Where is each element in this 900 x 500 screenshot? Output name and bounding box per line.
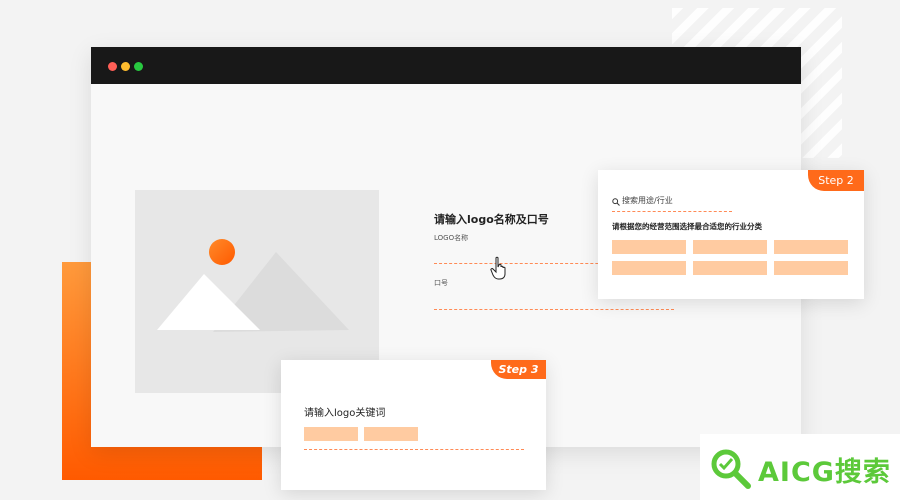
industry-search-input[interactable]: 搜索用途/行业	[622, 195, 673, 206]
step3-badge: Step 3	[491, 360, 546, 379]
industry-chip[interactable]	[612, 240, 686, 254]
industry-chip[interactable]	[612, 261, 686, 275]
step2-badge: Step 2	[808, 170, 864, 191]
logo-name-label: LOGO名称	[434, 234, 469, 242]
watermark-text: AICG搜索	[758, 457, 891, 488]
minimize-dot[interactable]	[121, 62, 130, 71]
maximize-dot[interactable]	[134, 62, 143, 71]
keyword-chip[interactable]	[364, 427, 418, 441]
keyword-chips	[304, 427, 418, 441]
industry-chip[interactable]	[693, 261, 767, 275]
form-title: 请输入logo名称及口号	[434, 213, 549, 226]
keyword-input[interactable]	[304, 449, 524, 450]
industry-chip[interactable]	[774, 261, 848, 275]
magnifier-icon	[711, 449, 751, 489]
close-dot[interactable]	[108, 62, 117, 71]
hand-cursor-icon	[490, 256, 506, 280]
window-titlebar	[91, 47, 801, 84]
search-underline	[612, 211, 732, 212]
industry-chip[interactable]	[774, 240, 848, 254]
watermark-logo: AICG搜索	[700, 434, 900, 500]
industry-chip[interactable]	[693, 240, 767, 254]
step2-card: Step 2 搜索用途/行业 请根据您的经营范围选择最合适您的行业分类	[598, 170, 864, 299]
industry-chip-grid	[612, 240, 848, 275]
slogan-input[interactable]	[434, 309, 674, 310]
keyword-chip[interactable]	[304, 427, 358, 441]
slogan-label: 口号	[434, 279, 448, 287]
search-icon	[612, 198, 620, 206]
industry-prompt: 请根据您的经营范围选择最合适您的行业分类	[612, 222, 762, 231]
sun-icon	[209, 239, 235, 265]
keyword-title: 请输入logo关键词	[304, 408, 386, 419]
step3-card: Step 3 请输入logo关键词	[281, 360, 546, 490]
